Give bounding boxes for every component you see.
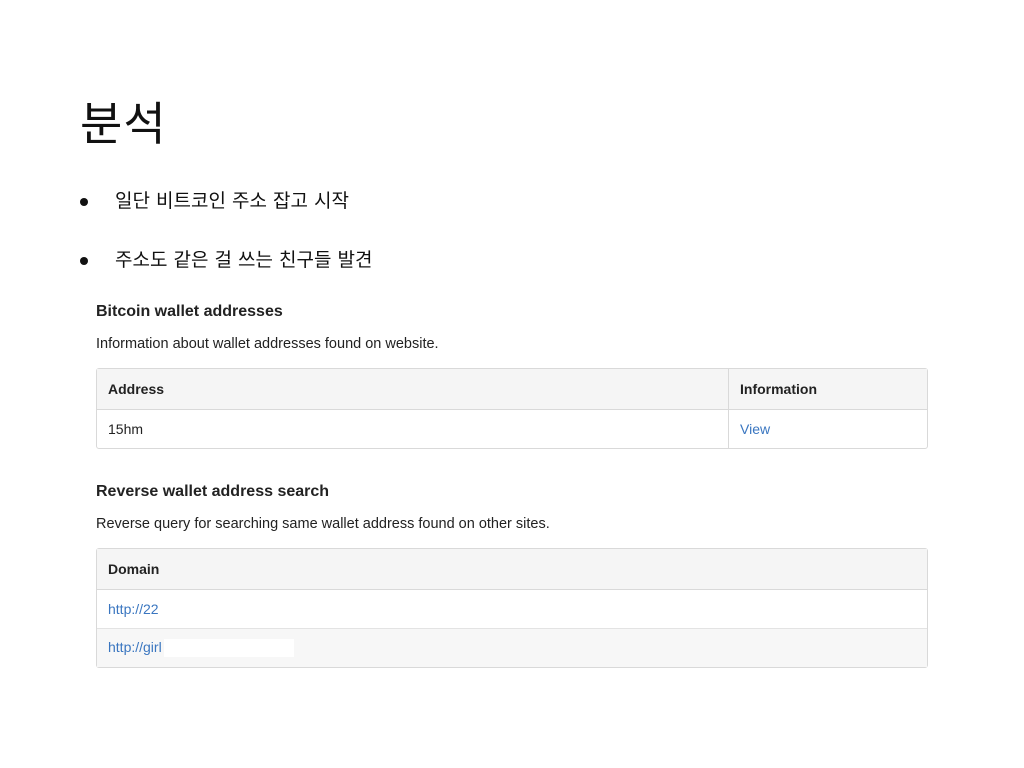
section-heading: Bitcoin wallet addresses bbox=[96, 303, 283, 320]
table-header-row: Domain bbox=[97, 549, 927, 590]
column-header-domain: Domain bbox=[97, 549, 927, 590]
slide: 분석 일단 비트코인 주소 잡고 시작 주소도 같은 걸 쓰는 친구들 발견 B… bbox=[0, 0, 1024, 768]
bullet-item: 주소도 같은 걸 쓰는 친구들 발견 bbox=[80, 243, 372, 277]
reverse-search-table: Domain http://22 http://girl bbox=[96, 548, 928, 668]
bullet-text: 주소도 같은 걸 쓰는 친구들 발견 bbox=[115, 249, 373, 271]
wallet-addresses-section: Bitcoin wallet addresses Information abo… bbox=[96, 300, 928, 449]
section-description: Reverse query for searching same wallet … bbox=[96, 516, 550, 532]
table-row: http://girl bbox=[97, 628, 927, 667]
bullet-text: 일단 비트코인 주소 잡고 시작 bbox=[115, 190, 349, 212]
bullet-item: 일단 비트코인 주소 잡고 시작 bbox=[80, 184, 372, 218]
table-row: 15hm View bbox=[97, 410, 927, 448]
domain-cell: http://girl bbox=[97, 628, 927, 667]
bullet-dot-icon bbox=[80, 257, 88, 265]
domain-link[interactable]: http://girl bbox=[108, 639, 162, 655]
bullet-list: 일단 비트코인 주소 잡고 시작 주소도 같은 걸 쓰는 친구들 발견 bbox=[80, 184, 372, 302]
section-heading: Reverse wallet address search bbox=[96, 483, 330, 500]
column-header-address: Address bbox=[97, 369, 728, 410]
view-link[interactable]: View bbox=[740, 421, 770, 437]
domain-cell: http://22 bbox=[97, 590, 927, 628]
reverse-search-section: Reverse wallet address search Reverse qu… bbox=[96, 480, 928, 668]
table-header-row: Address Information bbox=[97, 369, 927, 410]
information-cell: View bbox=[728, 410, 927, 448]
domain-link[interactable]: http://22 bbox=[108, 601, 159, 617]
wallet-address: 15hm bbox=[108, 421, 144, 437]
bullet-dot-icon bbox=[80, 198, 88, 206]
section-description: Information about wallet addresses found… bbox=[96, 336, 439, 352]
wallet-addresses-table: Address Information 15hm View bbox=[96, 368, 928, 449]
column-header-information: Information bbox=[728, 369, 927, 410]
address-cell: 15hm bbox=[97, 410, 728, 448]
redaction-block bbox=[163, 639, 294, 658]
slide-title: 분석 bbox=[80, 97, 167, 151]
table-row: http://22 bbox=[97, 590, 927, 628]
